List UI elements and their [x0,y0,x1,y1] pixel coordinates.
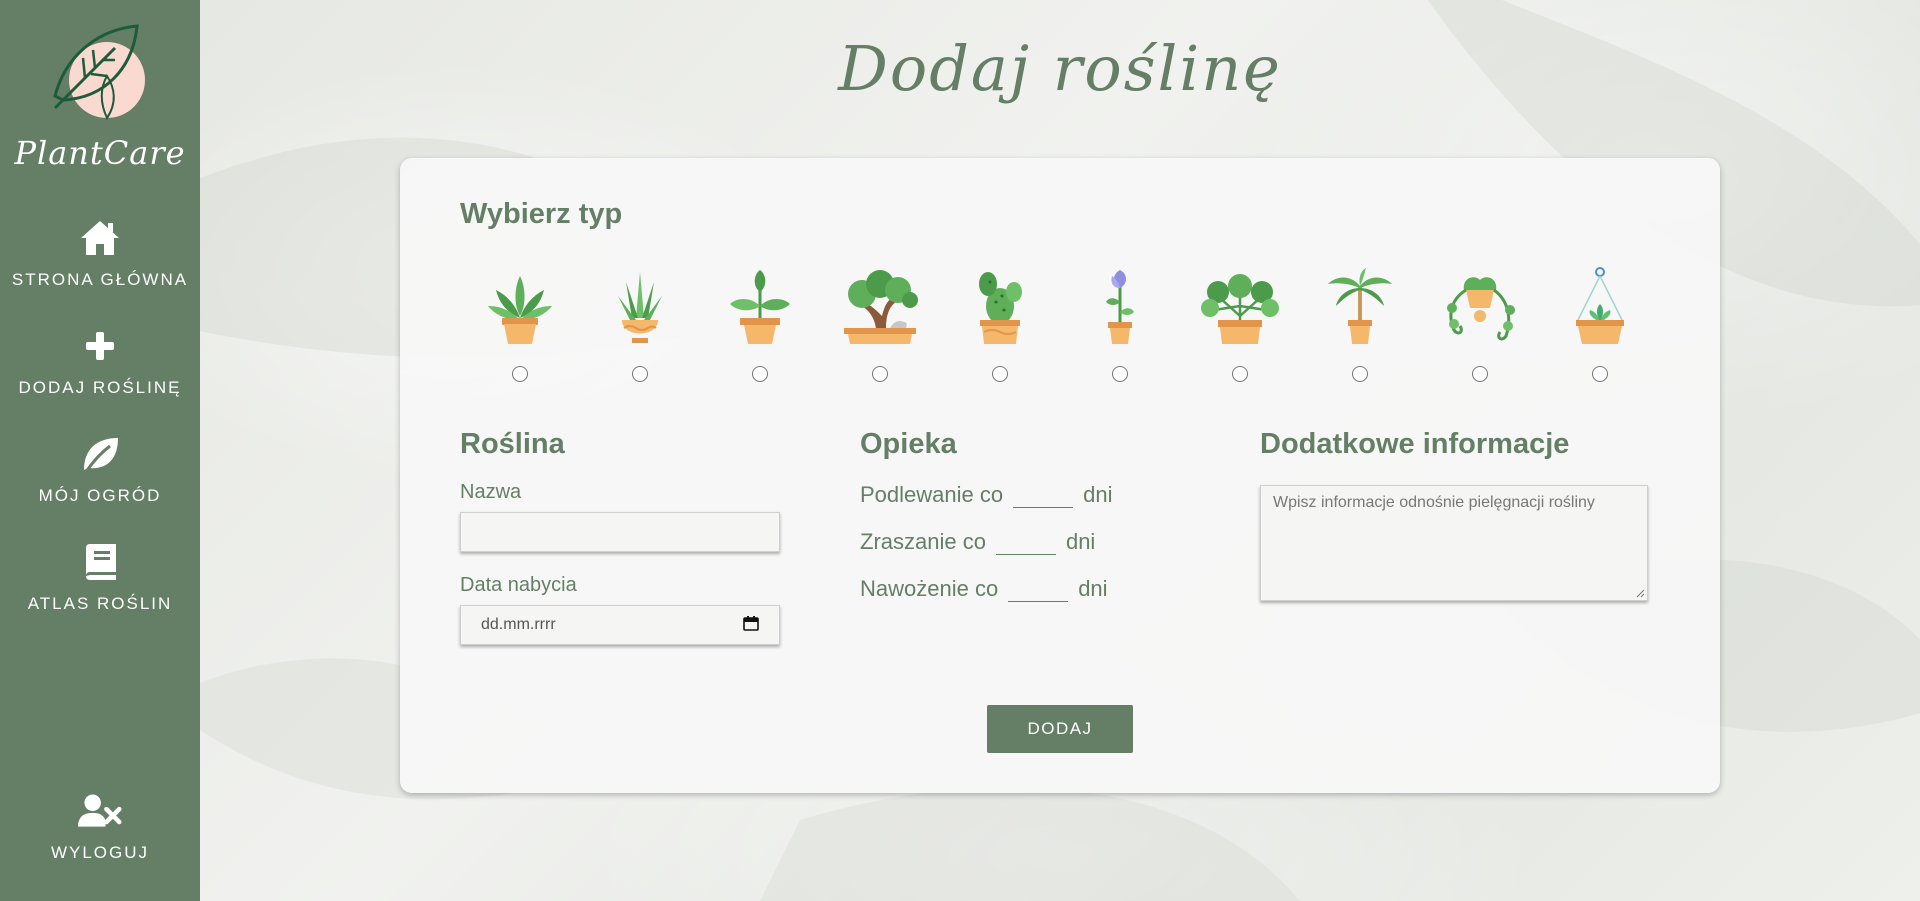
date-placeholder: dd.mm.rrrr [481,616,556,633]
watering-label: Podlewanie co [860,482,1004,507]
plant-type-option[interactable] [940,266,1060,382]
user-remove-icon [78,789,122,833]
sidebar-item-home[interactable]: STRONA GŁÓWNA [0,216,200,324]
sidebar-item-add-plant[interactable]: DODAJ ROŚLINĘ [0,324,200,432]
main-content: Dodaj roślinę Wybierz typ Roślina Nazwa … [200,0,1920,901]
palm-icon [1328,268,1392,344]
info-section: Dodatkowe informacje Wpisz informacje od… [1260,428,1660,601]
sprout-icon [730,270,790,344]
add-button[interactable]: DODAJ [987,705,1133,753]
pilea-icon [1201,274,1279,344]
plant-type-radio[interactable] [512,366,528,382]
resize-handle-icon[interactable] [1635,588,1645,598]
book-icon [78,540,122,584]
date-label: Data nabycia [460,574,577,596]
logout-button[interactable]: WYLOGUJ [0,789,200,863]
plant-type-option[interactable] [1420,266,1540,382]
add-plant-form: Wybierz typ Roślina Nazwa Data nabycia d… [400,158,1720,793]
plant-section-title: Roślina [460,428,565,460]
sidebar-nav: STRONA GŁÓWNA DODAJ ROŚLINĘ MÓJ OGRÓD AT… [0,216,200,648]
fertilizing-unit: dni [1078,576,1108,601]
calendar-icon[interactable] [743,615,759,636]
misting-label: Zraszanie co [860,529,986,554]
date-field[interactable]: dd.mm.rrrr [460,605,780,645]
plant-type-radio[interactable] [1592,366,1608,382]
leaf-icon [78,432,122,476]
watering-unit: dni [1083,482,1113,507]
care-section-title: Opieka [860,428,957,460]
name-label: Nazwa [460,481,522,503]
plant-type-radio[interactable] [1472,366,1488,382]
logout-label: WYLOGUJ [50,843,150,862]
misting-row: Zraszanie co dni [860,529,1190,555]
fertilizing-days-input[interactable] [1008,582,1069,602]
plant-type-radio[interactable] [1352,366,1368,382]
fertilizing-row: Nawożenie co dni [860,576,1190,602]
plant-type-option[interactable] [1300,266,1420,382]
home-icon [78,216,122,260]
plant-type-radio[interactable] [752,366,768,382]
app-name: PlantCare [14,134,186,172]
plant-type-radio[interactable] [992,366,1008,382]
fertilizing-label: Nawożenie co [860,576,999,601]
terrarium-icon [1576,267,1624,344]
sidebar-item-label: MÓJ OGRÓD [38,486,162,505]
plant-type-option[interactable] [1180,266,1300,382]
sidebar-item-plant-atlas[interactable]: ATLAS ROŚLIN [0,540,200,648]
plant-type-picker [460,266,1660,382]
page-title: Dodaj roślinę [838,32,1282,105]
plus-icon [78,324,122,368]
misting-days-input[interactable] [995,535,1056,555]
hanging-vine-icon [1447,277,1515,341]
textarea-placeholder: Wpisz informacje odnośnie pielęgnacji ro… [1273,494,1595,511]
type-picker-title: Wybierz typ [460,198,623,230]
plant-type-option[interactable] [580,266,700,382]
leaf-logo-icon [53,24,145,121]
logo [45,18,155,128]
plant-type-option[interactable] [1060,266,1180,382]
succulent-icon [488,276,552,344]
plant-type-option[interactable] [700,266,820,382]
name-field[interactable] [460,512,780,552]
watering-days-input[interactable] [1013,488,1074,508]
additional-info-textarea[interactable]: Wpisz informacje odnośnie pielęgnacji ro… [1260,485,1648,601]
bonsai-icon [844,270,918,344]
plant-type-option[interactable] [1540,266,1660,382]
cactus-icon [979,272,1022,344]
plant-type-option[interactable] [460,266,580,382]
plant-type-radio[interactable] [632,366,648,382]
info-section-title: Dodatkowe informacje [1260,428,1570,460]
plant-section: Roślina Nazwa Data nabycia dd.mm.rrrr [460,428,790,645]
sidebar-item-label: STRONA GŁÓWNA [11,270,189,289]
flower-icon [1106,270,1134,344]
sidebar-item-label: ATLAS ROŚLIN [27,594,173,613]
sidebar-item-my-garden[interactable]: MÓJ OGRÓD [0,432,200,540]
plant-type-radio[interactable] [1112,366,1128,382]
watering-row: Podlewanie co dni [860,482,1190,508]
plant-type-option[interactable] [820,266,940,382]
plant-type-radio[interactable] [1232,366,1248,382]
care-section: Opieka Podlewanie co dni Zraszanie co dn… [860,428,1190,602]
sidebar: PlantCare STRONA GŁÓWNA DODAJ ROŚLINĘ MÓ… [0,0,200,901]
plant-type-radio[interactable] [872,366,888,382]
sidebar-item-label: DODAJ ROŚLINĘ [18,378,182,397]
misting-unit: dni [1065,529,1096,554]
aloe-icon [618,272,662,343]
